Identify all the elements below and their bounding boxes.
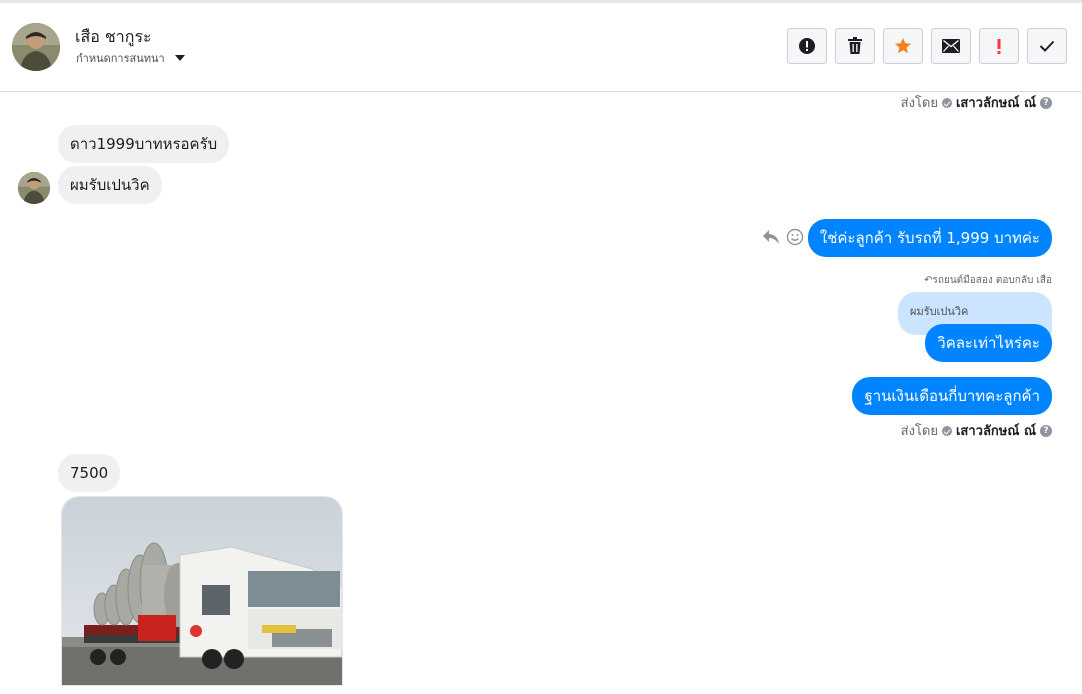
star-icon <box>895 38 911 54</box>
reply-icon[interactable] <box>762 229 780 245</box>
mark-done-button[interactable] <box>1027 28 1067 64</box>
star-button[interactable] <box>883 28 923 64</box>
alert-icon <box>799 38 815 54</box>
check-icon <box>1039 40 1055 52</box>
contact-avatar[interactable] <box>12 23 60 71</box>
caret-down-icon <box>174 55 185 61</box>
important-button[interactable] <box>979 28 1019 64</box>
outgoing-message[interactable]: วิคละเท่าไหร่คะ <box>925 324 1052 362</box>
report-spam-button[interactable] <box>787 28 827 64</box>
mail-icon <box>942 39 960 53</box>
sent-by-label: ส่งโดย <box>900 424 938 439</box>
sender-name[interactable]: เสาวลักษณ์ ณ์ <box>956 420 1036 441</box>
outgoing-message[interactable]: ใช่ค่ะลูกค้า รับรถที่ 1,999 บาทค่ะ <box>807 219 1052 257</box>
conversation-header: เสือ ชากูระ กำหนดการสนทนา <box>0 3 1082 92</box>
trash-icon <box>848 37 862 54</box>
contact-avatar-small <box>18 172 50 204</box>
incoming-message[interactable]: ผมรับเปนวิค <box>58 166 162 204</box>
contact-name[interactable]: เสือ ชากูระ <box>75 25 152 50</box>
action-toolbar <box>787 28 1067 64</box>
delete-button[interactable] <box>835 28 875 64</box>
verified-icon <box>941 97 952 108</box>
assign-conversation-dropdown[interactable]: กำหนดการสนทนา <box>76 49 185 67</box>
reply-arrow-icon: ↶ <box>924 275 933 286</box>
verified-icon <box>941 425 952 436</box>
sender-name[interactable]: เสาวลักษณ์ ณ์ <box>956 92 1036 113</box>
sent-by-info: ส่งโดย เสาวลักษณ์ ณ์ ? <box>901 92 1052 113</box>
exclamation-icon <box>997 39 1001 54</box>
help-icon[interactable]: ? <box>1040 96 1052 109</box>
incoming-message[interactable]: ดาว1999บาทหรอครับ <box>58 125 230 163</box>
emoji-icon[interactable] <box>786 228 804 246</box>
incoming-message[interactable]: 7500 <box>58 454 121 492</box>
assign-label: กำหนดการสนทนา <box>76 52 165 65</box>
help-icon[interactable]: ? <box>1040 424 1052 437</box>
reply-meta: ↶รถยนต์มือสอง ตอบกลับ เสือ <box>924 275 1052 286</box>
outgoing-message[interactable]: ฐานเงินเดือนกี่บาทคะลูกค้า <box>852 377 1052 415</box>
sent-by-label: ส่งโดย <box>900 96 938 111</box>
message-actions <box>762 228 804 246</box>
image-attachment[interactable] <box>61 496 343 686</box>
mark-unread-button[interactable] <box>931 28 971 64</box>
sent-by-info: ส่งโดย เสาวลักษณ์ ณ์ ? <box>901 420 1052 441</box>
